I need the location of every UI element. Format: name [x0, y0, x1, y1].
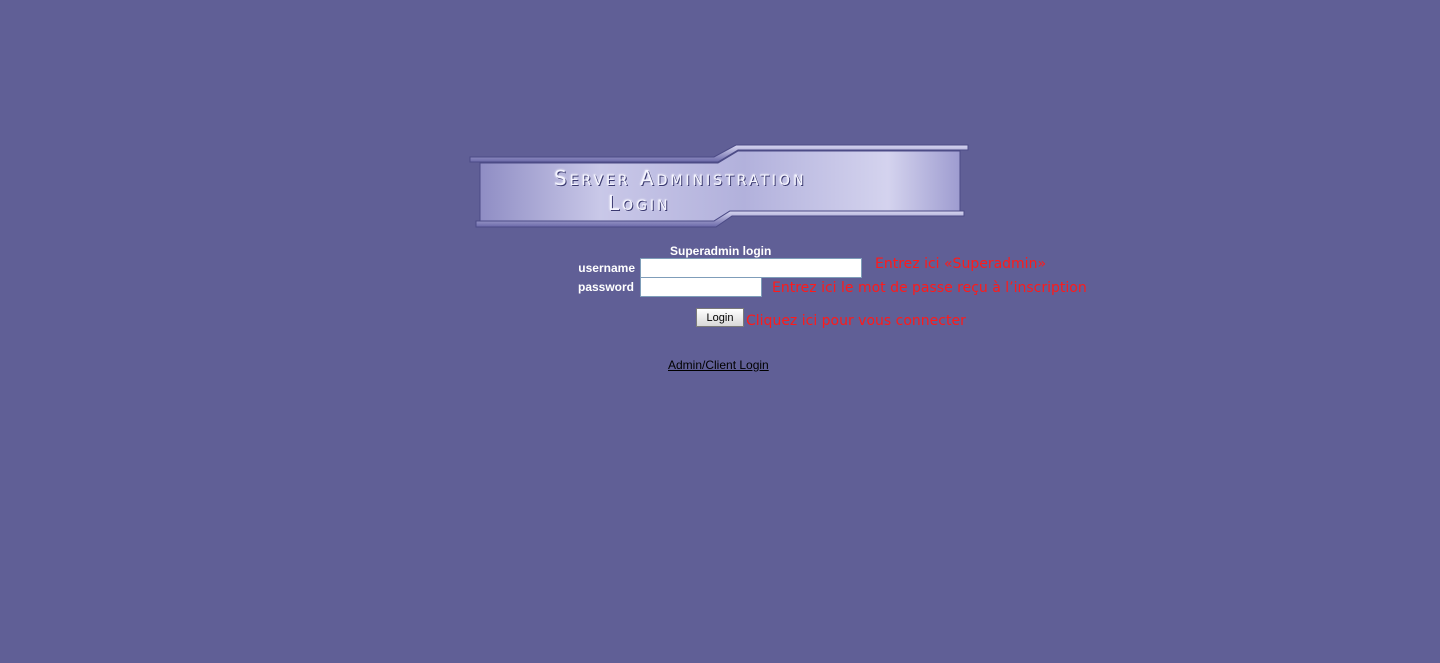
admin-client-login-link[interactable]: Admin/Client Login [668, 358, 769, 372]
banner-title: Server Administration [554, 166, 807, 190]
server-administration-banner: Server Administration Login [468, 143, 970, 229]
login-button[interactable]: Login [696, 308, 744, 327]
form-title: Superadmin login [670, 244, 772, 258]
password-hint: Entrez ici le mot de passe reçu à l’insc… [772, 280, 1087, 296]
login-hint: Cliquez ici pour vous connecter [746, 313, 966, 329]
login-page: Server Administration Login Superadmin l… [0, 0, 1440, 663]
username-hint: Entrez ici «Superadmin» [875, 256, 1047, 272]
password-field[interactable] [640, 277, 762, 297]
username-field[interactable] [640, 258, 862, 278]
username-label: username [578, 261, 635, 275]
password-label: password [577, 280, 634, 294]
banner-subtitle: Login [608, 191, 671, 215]
